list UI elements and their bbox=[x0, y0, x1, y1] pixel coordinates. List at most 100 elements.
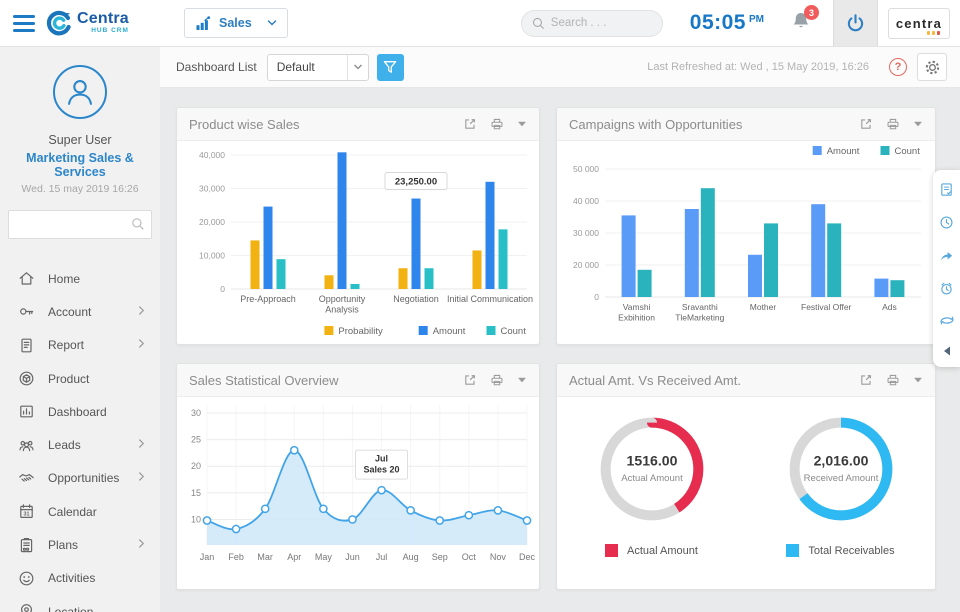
sidebar-item-activities[interactable]: Activities bbox=[0, 562, 160, 595]
collapse-caret-icon[interactable] bbox=[517, 377, 527, 383]
data-point[interactable] bbox=[349, 516, 356, 523]
sidebar-item-label: Location bbox=[48, 605, 145, 612]
bar-count[interactable] bbox=[638, 270, 652, 297]
x-label: Mar bbox=[257, 552, 273, 562]
brand-sub: HUB CRM bbox=[77, 28, 129, 35]
bar-count[interactable] bbox=[827, 223, 841, 297]
partner-logo: centra bbox=[888, 8, 950, 39]
bar-amount[interactable] bbox=[264, 207, 273, 289]
expand-icon[interactable] bbox=[859, 373, 873, 387]
category-label: Exbihition bbox=[618, 313, 655, 323]
bar-probability[interactable] bbox=[325, 275, 334, 289]
sidebar-item-plans[interactable]: Plans bbox=[0, 528, 160, 561]
collapse-left-icon[interactable] bbox=[942, 345, 952, 357]
key-icon bbox=[18, 303, 35, 320]
notifications-bell[interactable]: 3 bbox=[791, 10, 815, 36]
module-selector[interactable]: Sales bbox=[184, 8, 288, 38]
data-point[interactable] bbox=[407, 507, 414, 514]
svg-text:50 000: 50 000 bbox=[573, 164, 599, 174]
bar-amount[interactable] bbox=[412, 199, 421, 289]
funnel-icon bbox=[383, 60, 397, 74]
alarm-icon[interactable] bbox=[939, 281, 954, 296]
bar-count[interactable] bbox=[764, 223, 778, 297]
sidebar-item-home[interactable]: Home bbox=[0, 262, 160, 295]
sidebar-item-location[interactable]: Location bbox=[0, 595, 160, 612]
sidebar-item-report[interactable]: Report bbox=[0, 329, 160, 362]
gear-icon bbox=[924, 59, 941, 76]
donut-gauge[interactable]: 1516.00Actual Amount bbox=[592, 409, 712, 529]
data-point[interactable] bbox=[320, 505, 327, 512]
last-refreshed-text: Last Refreshed at: Wed , 15 May 2019, 16… bbox=[647, 61, 869, 73]
print-icon[interactable] bbox=[490, 373, 504, 387]
bar-amount[interactable] bbox=[748, 255, 762, 297]
svg-text:31: 31 bbox=[24, 512, 30, 518]
print-icon[interactable] bbox=[886, 117, 900, 131]
bar-amount[interactable] bbox=[811, 204, 825, 297]
bar-probability[interactable] bbox=[473, 250, 482, 289]
sidebar-item-dashboard[interactable]: Dashboard bbox=[0, 395, 160, 428]
legend-label: Total Receivables bbox=[808, 545, 894, 557]
sidebar-item-account[interactable]: Account bbox=[0, 295, 160, 328]
data-point[interactable] bbox=[436, 517, 443, 524]
print-icon[interactable] bbox=[886, 373, 900, 387]
sidebar-item-calendar[interactable]: 31Calendar bbox=[0, 495, 160, 528]
share-icon[interactable] bbox=[939, 248, 954, 263]
avatar[interactable] bbox=[53, 65, 107, 119]
bar-count[interactable] bbox=[351, 284, 360, 289]
data-point[interactable] bbox=[523, 517, 530, 524]
bar-amount[interactable] bbox=[622, 215, 636, 297]
bar-amount[interactable] bbox=[486, 182, 495, 289]
sidebar-item-leads[interactable]: Leads bbox=[0, 428, 160, 461]
history-icon[interactable] bbox=[939, 215, 954, 230]
bar-count[interactable] bbox=[701, 188, 715, 297]
brand-logo: Centra HUB CRM bbox=[46, 10, 129, 36]
bar-count[interactable] bbox=[890, 280, 904, 297]
svg-text:10: 10 bbox=[191, 514, 201, 524]
notes-icon[interactable] bbox=[939, 182, 954, 197]
data-point[interactable] bbox=[232, 525, 239, 532]
legend-label: Amount bbox=[433, 326, 466, 337]
filter-button[interactable] bbox=[377, 54, 404, 81]
bar-probability[interactable] bbox=[399, 268, 408, 289]
legend-label: Count bbox=[895, 146, 921, 157]
help-button[interactable]: ? bbox=[889, 58, 907, 76]
global-search-input[interactable] bbox=[551, 17, 652, 29]
expand-icon[interactable] bbox=[463, 373, 477, 387]
chart-tooltip: 23,250.00 bbox=[385, 173, 447, 190]
bar-amount[interactable] bbox=[338, 152, 347, 289]
dashboard-select[interactable]: Default bbox=[267, 54, 369, 81]
settings-button[interactable] bbox=[917, 53, 947, 81]
card-title: Campaigns with Opportunities bbox=[569, 117, 742, 132]
sync-360-icon[interactable] bbox=[939, 314, 955, 327]
bar-amount[interactable] bbox=[685, 209, 699, 297]
print-icon[interactable] bbox=[490, 117, 504, 131]
bar-count[interactable] bbox=[425, 268, 434, 289]
donut-gauge[interactable]: 2,016.00Received Amount bbox=[781, 409, 901, 529]
sidebar-item-opportunities[interactable]: Opportunities bbox=[0, 462, 160, 495]
logout-power-button[interactable] bbox=[833, 0, 878, 46]
bar-count[interactable] bbox=[277, 259, 286, 289]
expand-icon[interactable] bbox=[859, 117, 873, 131]
data-point[interactable] bbox=[203, 517, 210, 524]
collapse-caret-icon[interactable] bbox=[913, 377, 923, 383]
data-point[interactable] bbox=[262, 505, 269, 512]
svg-text:20: 20 bbox=[191, 461, 201, 471]
expand-icon[interactable] bbox=[463, 117, 477, 131]
category-label: Analysis bbox=[325, 305, 359, 315]
hamburger-menu-icon[interactable] bbox=[13, 15, 35, 32]
svg-text:30,000: 30,000 bbox=[199, 184, 225, 194]
data-point[interactable] bbox=[494, 507, 501, 514]
bar-count[interactable] bbox=[499, 229, 508, 289]
collapse-caret-icon[interactable] bbox=[517, 121, 527, 127]
data-point[interactable] bbox=[378, 487, 385, 494]
user-role[interactable]: Marketing Sales & Services bbox=[0, 151, 160, 179]
leads-icon bbox=[18, 437, 35, 454]
collapse-caret-icon[interactable] bbox=[913, 121, 923, 127]
data-point[interactable] bbox=[465, 512, 472, 519]
donut-value: 2,016.00 bbox=[813, 452, 868, 468]
card-title: Product wise Sales bbox=[189, 117, 300, 132]
bar-probability[interactable] bbox=[251, 240, 260, 289]
data-point[interactable] bbox=[291, 447, 298, 454]
sidebar-item-product[interactable]: Product bbox=[0, 362, 160, 395]
bar-amount[interactable] bbox=[874, 279, 888, 297]
